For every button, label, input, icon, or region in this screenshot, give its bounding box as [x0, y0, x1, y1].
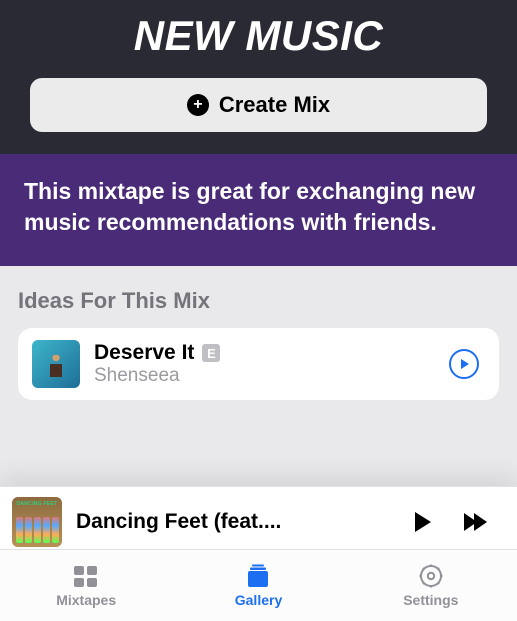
now-playing-cover: DANCING FEET — [12, 497, 62, 547]
track-artist: Shenseea — [94, 365, 435, 387]
album-cover — [32, 340, 80, 388]
track-title-row: Deserve It E — [94, 341, 435, 365]
explicit-badge: E — [202, 344, 220, 362]
tab-mixtapes[interactable]: Mixtapes — [0, 550, 172, 621]
tab-gallery[interactable]: Gallery — [172, 550, 344, 621]
page-title: NEW MUSIC — [30, 12, 487, 60]
cover-text: DANCING FEET — [16, 501, 57, 507]
tab-label: Gallery — [235, 592, 282, 608]
hero-header: NEW MUSIC + Create Mix — [0, 0, 517, 154]
preview-play-button[interactable] — [449, 349, 479, 379]
mixtape-description: This mixtape is great for exchanging new… — [0, 154, 517, 266]
fast-forward-button[interactable] — [455, 502, 495, 542]
now-playing-title: Dancing Feet (feat.... — [76, 510, 387, 534]
tab-label: Settings — [403, 592, 458, 608]
plus-icon: + — [187, 94, 209, 116]
now-playing-bar[interactable]: DANCING FEET Dancing Feet (feat.... — [0, 486, 517, 557]
idea-item[interactable]: Deserve It E Shenseea — [18, 328, 499, 400]
track-title: Deserve It — [94, 341, 194, 365]
play-button[interactable] — [401, 502, 441, 542]
create-mix-button[interactable]: + Create Mix — [30, 78, 487, 132]
ideas-heading: Ideas For This Mix — [18, 288, 499, 314]
tab-label: Mixtapes — [56, 592, 116, 608]
idea-info: Deserve It E Shenseea — [94, 341, 435, 387]
gear-icon — [416, 563, 446, 589]
grid-icon — [71, 563, 101, 589]
tab-settings[interactable]: Settings — [345, 550, 517, 621]
create-mix-label: Create Mix — [219, 92, 330, 118]
gallery-icon — [243, 563, 273, 589]
tab-bar: Mixtapes Gallery — [0, 549, 517, 621]
